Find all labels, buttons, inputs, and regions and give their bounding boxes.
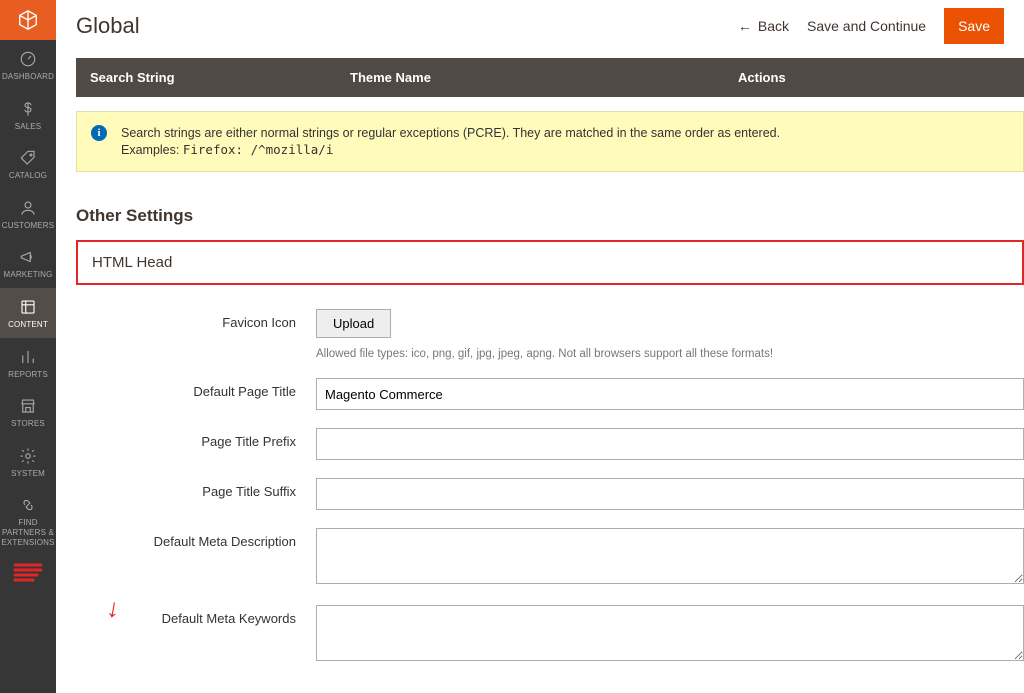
sidebar-item-label: Dashboard: [2, 72, 54, 82]
page-header: Global ← Back Save and Continue Save: [56, 0, 1024, 58]
dollar-icon: [19, 100, 37, 118]
page-title: Global: [76, 13, 738, 39]
sidebar-item-customers[interactable]: Customers: [0, 189, 56, 239]
save-button[interactable]: Save: [944, 8, 1004, 44]
sidebar-item-sales[interactable]: Sales: [0, 90, 56, 140]
link-icon: [19, 496, 37, 514]
sidebar-item-dashboard[interactable]: Dashboard: [0, 40, 56, 90]
save-and-continue-button[interactable]: Save and Continue: [807, 18, 926, 34]
col-search-string: Search String: [76, 58, 336, 97]
section-other-settings: Other Settings: [76, 206, 1024, 226]
sidebar-item-system[interactable]: System: [0, 437, 56, 487]
panel-html-head-header[interactable]: HTML Head: [76, 240, 1024, 285]
dashboard-icon: [19, 50, 37, 68]
sidebar-item-label: Catalog: [9, 171, 47, 181]
admin-sidebar: Dashboard Sales Catalog Customers Marketing C…: [0, 0, 56, 693]
sidebar-item-marketing[interactable]: Marketing: [0, 238, 56, 288]
arrow-left-icon: ←: [738, 18, 752, 34]
favicon-upload-button[interactable]: Upload: [316, 309, 391, 338]
person-icon: [19, 199, 37, 217]
html-head-form: Favicon Icon Upload Allowed file types: …: [76, 309, 1024, 693]
bars-icon: [19, 348, 37, 366]
page-title-prefix-input[interactable]: [316, 428, 1024, 460]
default-page-title-input[interactable]: [316, 378, 1024, 410]
page-title-suffix-label: Page Title Suffix: [76, 478, 316, 499]
sidebar-item-label: Find Partners & Extensions: [1, 518, 54, 547]
sidebar-item-label: Reports: [8, 370, 48, 380]
layers-icon: [19, 298, 37, 316]
back-button[interactable]: ← Back: [738, 18, 789, 34]
info-examples-code: Firefox: /^mozilla/i: [183, 142, 334, 157]
page-title-suffix-input[interactable]: [316, 478, 1024, 510]
sidebar-item-label: Customers: [2, 221, 54, 231]
col-actions: Actions: [724, 58, 1024, 97]
page-title-prefix-label: Page Title Prefix: [76, 428, 316, 449]
tag-icon: [19, 149, 37, 167]
default-meta-description-input[interactable]: [316, 528, 1024, 584]
col-theme-name: Theme Name: [336, 58, 724, 97]
sidebar-item-catalog[interactable]: Catalog: [0, 139, 56, 189]
default-page-title-label: Default Page Title: [76, 378, 316, 399]
gear-icon: [19, 447, 37, 465]
megaphone-icon: [19, 248, 37, 266]
favicon-icon-label: Favicon Icon: [76, 309, 316, 330]
sidebar-item-label: Stores: [11, 419, 45, 429]
default-meta-description-label: Default Meta Description: [76, 528, 316, 549]
design-rules-table-header: Search String Theme Name Actions: [76, 58, 1024, 97]
info-text: Search strings are either normal strings…: [121, 126, 1007, 140]
info-icon: i: [91, 125, 107, 141]
favicon-help-text: Allowed file types: ico, png, gif, jpg, …: [316, 348, 1024, 360]
redacted-icon: [13, 561, 43, 585]
sidebar-item-stores[interactable]: Stores: [0, 387, 56, 437]
sidebar-item-label: Marketing: [4, 270, 53, 280]
info-message: i Search strings are either normal strin…: [76, 111, 1024, 172]
sidebar-item-label: System: [11, 469, 45, 479]
sidebar-item-reports[interactable]: Reports: [0, 338, 56, 388]
sidebar-item-content[interactable]: Content: [0, 288, 56, 338]
storefront-icon: [19, 397, 37, 415]
magento-logo[interactable]: [0, 0, 56, 40]
info-examples-label: Examples:: [121, 143, 179, 157]
sidebar-item-label: Content: [8, 320, 48, 330]
sidebar-item-label: Sales: [15, 122, 42, 132]
sidebar-item-find-partners-extensions[interactable]: Find Partners & Extensions: [0, 486, 56, 555]
